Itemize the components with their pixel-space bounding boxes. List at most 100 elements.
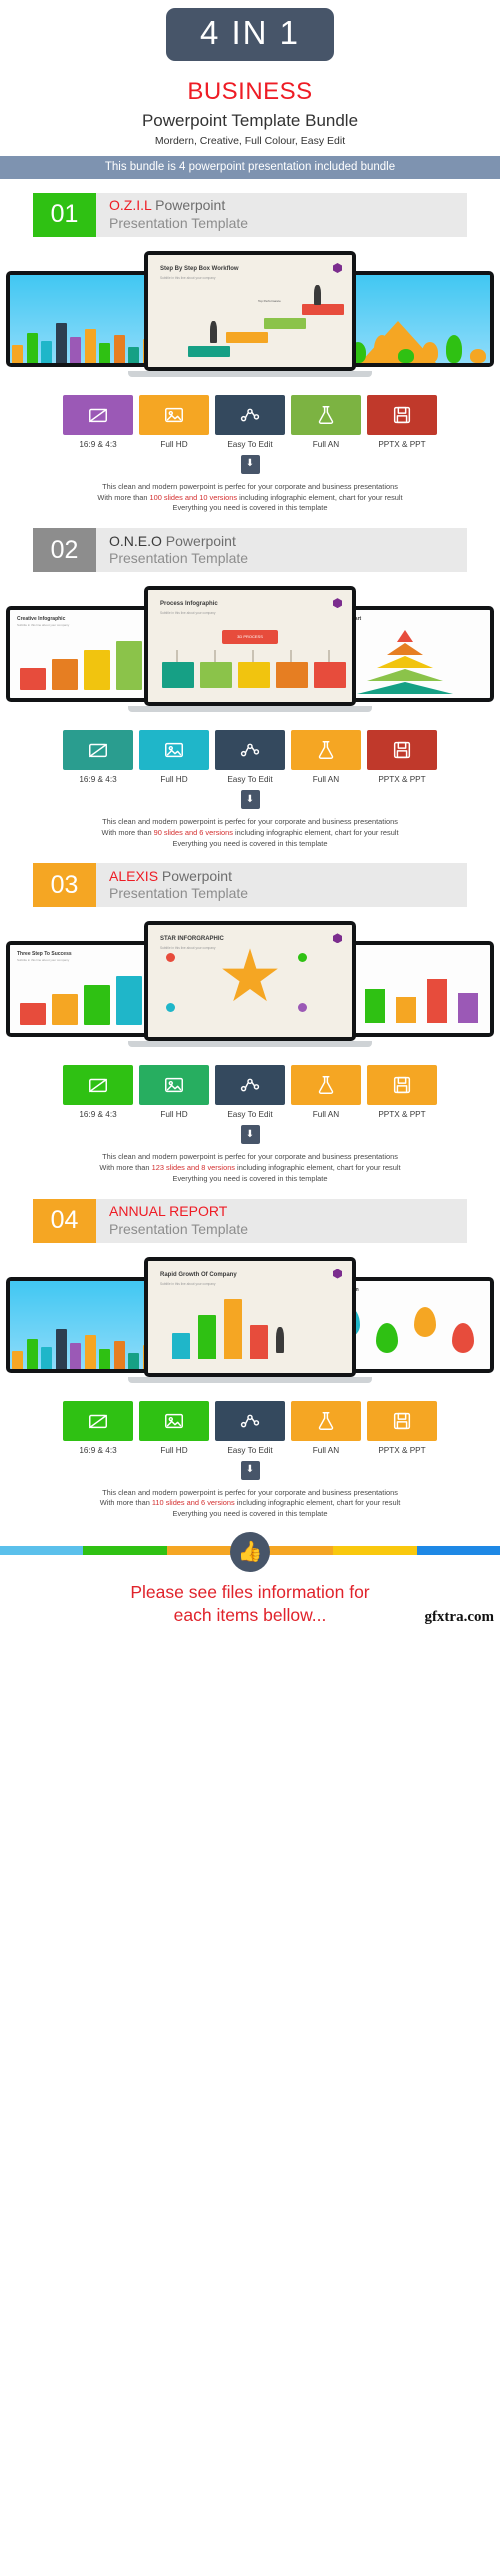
slide-title: Rapid Growth Of Company [160,1271,237,1278]
hero-header: 4 IN 1 BUSINESS Powerpoint Template Bund… [0,0,500,147]
device-mockups: Three Step To Success Subtitle in this li… [0,919,500,1048]
feature-item-full-hd[interactable]: Full HD [139,730,209,784]
desc-line-2-pre: With more than [99,1498,152,1508]
section-brand: O.N.E.O [109,532,162,549]
feature-label: Full HD [160,775,188,785]
feature-item-pptx-ppt[interactable]: PPTX & PPT [367,1400,437,1455]
slide-subtitle: Subtitle in this line about your company [160,1281,216,1286]
feature-label: 16:9 & 4:3 [79,439,117,449]
bundle-banner: This bundle is 4 powerpoint presentation… [0,155,500,179]
laptop-mockup-center: Rapid Growth Of Company Subtitle in this … [128,1256,372,1383]
download-arrow-icon[interactable]: ⬇ [240,790,260,810]
feature-item-16-9-4-3[interactable]: 16:9 & 4:3 [63,1400,133,1455]
desc-line-1: This clean and modern powerpoint is perf… [102,817,398,827]
aspect-ratio-icon[interactable] [63,730,133,771]
section-title-line-1: ALEXIS Powerpoint [109,868,248,886]
flask-icon[interactable] [291,1065,361,1106]
aspect-ratio-icon[interactable] [63,1065,133,1106]
flask-icon[interactable] [291,1400,361,1441]
save-icon[interactable] [367,1400,437,1441]
feature-item-pptx-ppt[interactable]: PPTX & PPT [367,1065,437,1119]
page-footer: 👍 Please see files information for each … [0,1531,500,1628]
feature-item-full-an[interactable]: Full AN [291,1065,361,1119]
feature-badges: 16:9 & 4:3 Full HD Easy To Edit Full AN PPTX… [0,394,500,449]
desc-line-2-pre: With more than [99,1163,152,1173]
feature-label: Full HD [160,439,188,449]
feature-item-full-hd[interactable]: Full HD [139,394,209,449]
feature-item-pptx-ppt[interactable]: PPTX & PPT [367,730,437,784]
image-icon[interactable] [139,1065,209,1106]
thumbs-up-icon: 👍 [230,1531,270,1572]
nodes-icon[interactable] [215,394,285,435]
download-row: ⬇ [0,454,500,474]
nodes-icon[interactable] [215,1400,285,1441]
image-icon[interactable] [139,1400,209,1441]
section-title-line-1: O.Z.I.L Powerpoint [109,197,248,215]
feature-item-full-an[interactable]: Full AN [291,394,361,449]
product-section-03: 03 ALEXIS Powerpoint Presentation Template… [0,863,500,1184]
hero-badge: 4 IN 1 [165,8,335,61]
download-row: ⬇ [0,1460,500,1480]
aspect-ratio-icon[interactable] [63,394,133,435]
feature-item-16-9-4-3[interactable]: 16:9 & 4:3 [63,394,133,449]
product-section-04: 04ANNUAL REPORTPresentation TemplateMoun… [0,1198,500,1520]
section-number: 03 [33,863,96,908]
footer-line-1: Please see files information for [130,1581,370,1602]
download-arrow-icon[interactable]: ⬇ [240,1460,260,1480]
feature-item-full-hd[interactable]: Full HD [139,1065,209,1119]
feature-item-full-hd[interactable]: Full HD [139,1400,209,1455]
slide-subtitle: Subtitle in this line about your company [160,946,216,951]
feature-item-easy-to-edit[interactable]: Easy To Edit [215,394,285,449]
feature-item-16-9-4-3[interactable]: 16:9 & 4:3 [63,730,133,784]
slide-title: STAR INFORGRAPHIC [160,936,224,943]
feature-item-easy-to-edit[interactable]: Easy To Edit [215,1400,285,1455]
desc-line-1: This clean and modern powerpoint is perf… [102,1487,398,1497]
image-icon[interactable] [139,730,209,771]
section-number: 04 [33,1198,96,1243]
feature-badges: 16:9 & 4:3 Full HD Easy To Edit Full AN PPTX… [0,1065,500,1119]
download-arrow-icon[interactable]: ⬇ [240,1125,260,1145]
aspect-ratio-icon[interactable] [63,1400,133,1441]
feature-label: Full HD [160,1110,188,1120]
section-title-line-1: ANNUAL REPORT [109,1203,248,1221]
nodes-icon[interactable] [215,1065,285,1106]
section-titles: ANNUAL REPORT Presentation Template [96,1199,248,1243]
save-icon[interactable] [367,1065,437,1106]
sections-container: 01 O.Z.I.L Powerpoint Presentation Templat… [0,192,500,1520]
desc-line-2-highlight: 123 slides and 8 versions [151,1163,235,1173]
nodes-icon[interactable] [215,730,285,771]
section-titles: ALEXIS Powerpoint Presentation Template [96,863,248,907]
laptop-mockup-center: STAR INFORGRAPHIC Subtitle in this line a… [128,921,372,1048]
feature-label: Full AN [312,1445,340,1455]
flask-icon[interactable] [291,730,361,771]
feature-badges: 16:9 & 4:3 Full HD Easy To Edit Full AN PPTX… [0,730,500,784]
feature-item-easy-to-edit[interactable]: Easy To Edit [215,1065,285,1119]
feature-label: Full HD [160,1445,188,1455]
desc-line-3: Everything you need is covered in this t… [172,1173,328,1183]
feature-item-full-an[interactable]: Full AN [291,730,361,784]
feature-item-16-9-4-3[interactable]: 16:9 & 4:3 [63,1065,133,1119]
feature-label: PPTX & PPT [378,439,426,449]
desc-line-3: Everything you need is covered in this t… [172,1509,328,1519]
desc-line-2-post: including infographic element, chart for… [234,1498,401,1508]
slide-title: Step By Step Box Workflow [160,265,239,272]
flask-icon[interactable] [291,394,361,435]
desc-line-2: With more than 110 slides and 6 versions… [24,1498,476,1509]
product-section-02: 02 O.N.E.O Powerpoint Presentation Templat… [0,528,500,849]
color-bar-segment-1 [83,1545,167,1555]
feature-item-pptx-ppt[interactable]: PPTX & PPT [367,394,437,449]
device-mockups: Creative Infographic Subtitle in this lin… [0,584,500,713]
product-section-01: 01 O.Z.I.L Powerpoint Presentation Templat… [0,192,500,514]
desc-line-2-highlight: 110 slides and 6 versions [151,1498,235,1508]
image-icon[interactable] [139,394,209,435]
feature-item-easy-to-edit[interactable]: Easy To Edit [215,730,285,784]
section-title-line-2: Presentation Template [109,214,249,231]
desc-line-2-post: including infographic element, chart for… [232,827,399,837]
save-icon[interactable] [367,394,437,435]
section-title-line-2: Presentation Template [109,550,249,567]
feature-item-full-an[interactable]: Full AN [291,1400,361,1455]
color-bar-segment-5 [416,1545,500,1555]
section-title-line-2: Presentation Template [109,885,249,902]
save-icon[interactable] [367,730,437,771]
download-arrow-icon[interactable]: ⬇ [240,454,260,474]
